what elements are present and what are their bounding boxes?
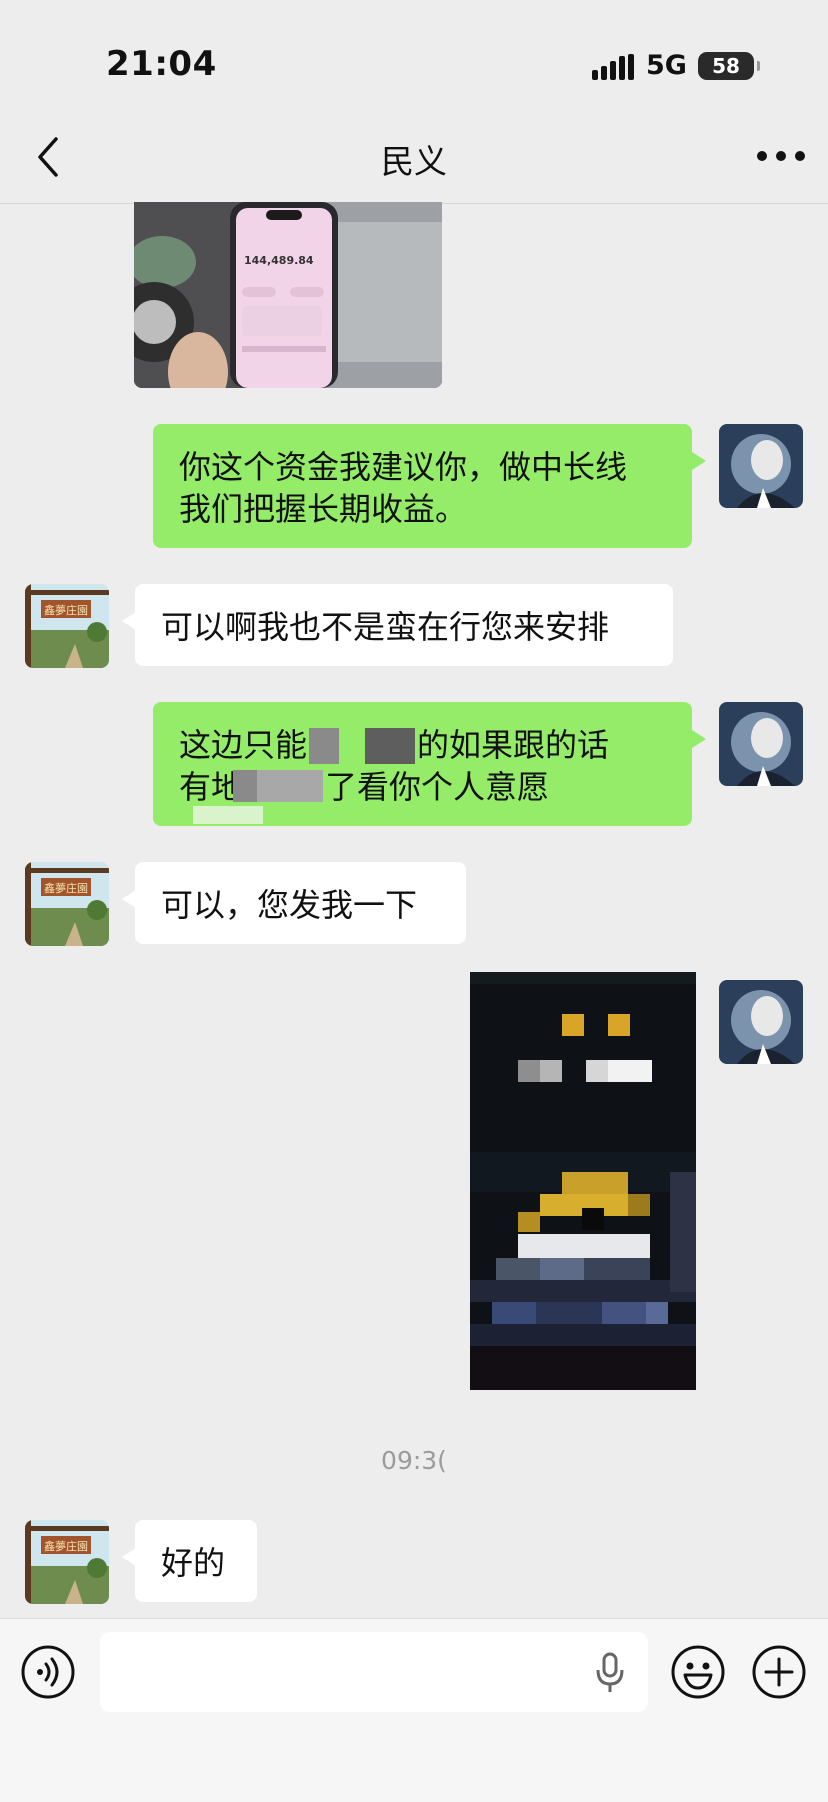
contact-avatar-image: 鑫夢庄園 [25,862,109,946]
voice-input-icon[interactable] [20,1644,76,1700]
message-text: 可以，您发我一下 [161,886,418,924]
add-more-icon[interactable] [751,1644,807,1700]
redaction-block [233,770,257,802]
my-avatar-image [719,702,803,786]
redaction-block [309,728,339,764]
message-line-part: 的如果跟的话 [417,726,610,764]
contact-message-bubble: 可以，您发我一下 [122,862,466,944]
contact-avatar-image: 鑫夢庄園 [25,584,109,668]
message-line: 你这个资金我建议你，做中长线 [179,448,628,486]
contact-avatar[interactable]: 鑫夢庄園 [25,862,109,946]
message-text: 好的 [161,1544,226,1582]
status-time: 21:04 [106,44,217,84]
emoji-icon[interactable] [670,1644,726,1700]
chat-title: 民义 [381,142,447,181]
my-avatar[interactable] [719,702,803,786]
redaction-block [193,806,263,824]
photo-amount: 144,489.84 [244,254,314,267]
signal-icon [592,54,634,80]
more-options-icon[interactable] [756,148,806,164]
chat-timestamp: 09:3( [381,1446,447,1475]
svg-text:鑫夢庄園: 鑫夢庄園 [44,1539,88,1553]
my-message-bubble: 这边只能 的如果跟的话 有地 了看你个人意愿 [153,702,706,826]
redaction-block [365,728,415,764]
contact-avatar[interactable]: 鑫夢庄園 [25,584,109,668]
my-message-bubble: 你这个资金我建议你，做中长线 我们把握长期收益。 [153,424,706,548]
message-input[interactable] [100,1632,648,1712]
network-label: 5G [646,50,687,81]
phone-photo-image: 144,489.84 [134,202,442,388]
my-avatar[interactable] [719,424,803,508]
pixelated-image [470,972,696,1390]
my-avatar[interactable] [719,980,803,1064]
contact-avatar-image: 鑫夢庄園 [25,1520,109,1604]
battery-icon: 58 [698,52,760,80]
redaction-block [257,770,323,802]
svg-text:鑫夢庄園: 鑫夢庄園 [44,881,88,895]
contact-message-bubble: 可以啊我也不是蛮在行您来安排 [122,584,673,666]
message-text: 可以啊我也不是蛮在行您来安排 [161,608,610,646]
message-line: 我们把握长期收益。 [179,490,468,528]
contact-avatar[interactable]: 鑫夢庄園 [25,1520,109,1604]
message-line-part: 这边只能 [179,726,308,764]
svg-text:鑫夢庄園: 鑫夢庄園 [44,603,88,617]
message-line-part: 了看你个人意愿 [325,768,550,806]
image-message-photo[interactable]: 144,489.84 [134,202,442,388]
contact-message-bubble: 好的 [122,1520,257,1602]
microphone-icon[interactable] [594,1652,626,1694]
my-avatar-image [719,424,803,508]
image-message-pixelated[interactable] [470,972,696,1390]
my-avatar-image [719,980,803,1064]
